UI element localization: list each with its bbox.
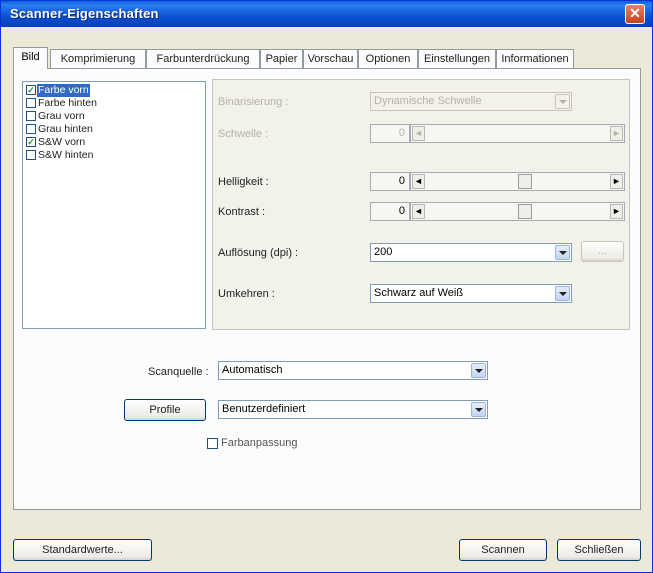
list-item-label: Grau vorn: [38, 110, 85, 122]
close-button[interactable]: Schließen: [557, 539, 641, 561]
tab-bild[interactable]: Bild: [13, 47, 48, 69]
checkbox-checked[interactable]: ✓: [26, 137, 36, 147]
threshold-label: Schwelle :: [218, 128, 269, 140]
list-item-label: Farbe hinten: [38, 97, 97, 109]
list-item-label: Farbe vorn: [37, 84, 90, 97]
invert-label: Umkehren :: [218, 288, 275, 300]
contrast-label: Kontrast :: [218, 206, 266, 218]
resolution-select[interactable]: 200: [370, 243, 572, 262]
resolution-value: 200: [374, 246, 393, 258]
profile-select[interactable]: Benutzerdefiniert: [218, 400, 488, 419]
window-title: Scanner-Eigenschaften: [10, 6, 159, 21]
tab-optionen[interactable]: Optionen: [358, 49, 418, 68]
checkbox-unchecked[interactable]: [26, 111, 36, 121]
binarization-value: Dynamische Schwelle: [374, 95, 482, 107]
list-item-label: Grau hinten: [38, 123, 93, 135]
threshold-slider: ◄ ►: [410, 124, 625, 143]
tab-farbunterdrueckung[interactable]: Farbunterdrückung: [146, 49, 260, 68]
arrow-right-icon: ►: [610, 126, 623, 141]
invert-value: Schwarz auf Weiß: [374, 287, 464, 299]
chevron-down-icon: [555, 94, 570, 109]
brightness-value-box[interactable]: 0: [370, 172, 410, 191]
contrast-value: 0: [398, 205, 405, 217]
invert-select[interactable]: Schwarz auf Weiß: [370, 284, 572, 303]
checkbox-unchecked[interactable]: [26, 150, 36, 160]
checkbox-unchecked[interactable]: [26, 98, 36, 108]
contrast-slider[interactable]: ◄ ►: [410, 202, 625, 221]
contrast-slider-thumb[interactable]: [518, 204, 532, 219]
chevron-down-icon[interactable]: [471, 363, 486, 378]
scan-source-select[interactable]: Automatisch: [218, 361, 488, 380]
resolution-label: Auflösung (dpi) :: [218, 247, 299, 259]
close-icon: ✕: [629, 5, 641, 21]
arrow-left-icon: ◄: [412, 126, 425, 141]
threshold-value: 0: [398, 127, 405, 139]
tab-papier[interactable]: Papier: [260, 49, 303, 68]
brightness-value: 0: [398, 175, 405, 187]
threshold-value-box: 0: [370, 124, 410, 143]
arrow-left-icon[interactable]: ◄: [412, 174, 425, 189]
tab-komprimierung[interactable]: Komprimierung: [50, 49, 146, 68]
chevron-down-icon[interactable]: [555, 286, 570, 301]
checkbox-unchecked[interactable]: [26, 124, 36, 134]
brightness-label: Helligkeit :: [218, 176, 269, 188]
brightness-slider-thumb[interactable]: [518, 174, 532, 189]
chevron-down-icon[interactable]: [555, 245, 570, 260]
brightness-slider[interactable]: ◄ ►: [410, 172, 625, 191]
color-matching-label: Farbanpassung: [221, 437, 298, 449]
arrow-right-icon[interactable]: ►: [610, 204, 623, 219]
checkbox-checked[interactable]: ✓: [26, 85, 36, 95]
binarization-select: Dynamische Schwelle: [370, 92, 572, 111]
scan-source-label: Scanquelle :: [148, 366, 209, 378]
scanner-properties-window: Scanner-Eigenschaften ✕ Bild Komprimieru…: [0, 0, 653, 573]
arrow-right-icon[interactable]: ►: [610, 174, 623, 189]
check-icon: ✓: [27, 137, 35, 147]
resolution-more-button[interactable]: ...: [581, 241, 624, 262]
title-bar[interactable]: Scanner-Eigenschaften ✕: [1, 1, 652, 27]
list-item-label: S&W hinten: [38, 149, 94, 161]
tab-vorschau[interactable]: Vorschau: [303, 49, 358, 68]
scan-button[interactable]: Scannen: [459, 539, 547, 561]
contrast-value-box[interactable]: 0: [370, 202, 410, 221]
image-type-list[interactable]: ✓ Farbe vorn Farbe hinten Grau vorn Grau…: [22, 81, 206, 329]
check-icon: ✓: [27, 85, 35, 95]
chevron-down-icon[interactable]: [471, 402, 486, 417]
close-window-button[interactable]: ✕: [625, 4, 645, 24]
arrow-left-icon[interactable]: ◄: [412, 204, 425, 219]
color-matching-checkbox[interactable]: [207, 438, 218, 449]
tab-einstellungen[interactable]: Einstellungen: [418, 49, 496, 68]
profile-value: Benutzerdefiniert: [222, 403, 306, 415]
defaults-button[interactable]: Standardwerte...: [13, 539, 152, 561]
tab-informationen[interactable]: Informationen: [496, 49, 574, 68]
list-item-label: S&W vorn: [38, 136, 86, 148]
profile-button[interactable]: Profile: [124, 399, 206, 421]
scan-source-value: Automatisch: [222, 364, 283, 376]
binarization-label: Binarisierung :: [218, 96, 289, 108]
